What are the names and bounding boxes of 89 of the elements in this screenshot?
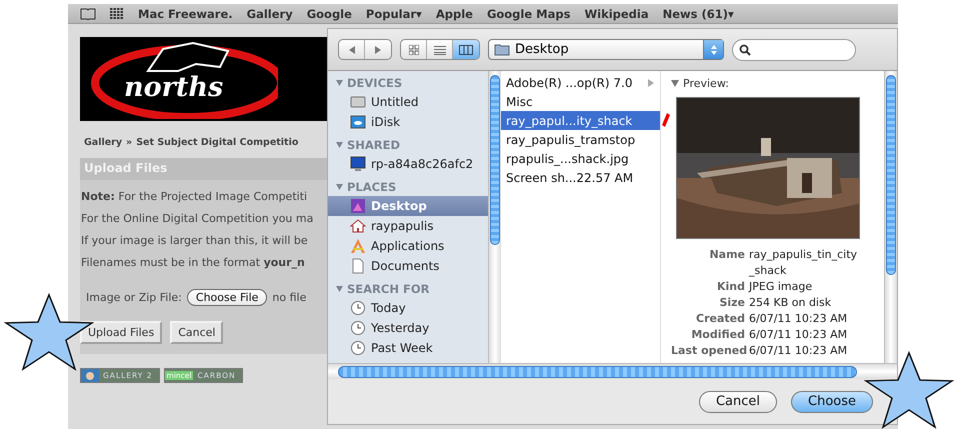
bookmark-link[interactable]: Google bbox=[306, 6, 352, 20]
sidebar-item[interactable]: iDisk bbox=[328, 112, 488, 132]
scrollbar[interactable] bbox=[884, 71, 897, 363]
location-popup[interactable]: Desktop bbox=[488, 39, 724, 60]
grid-icon bbox=[110, 8, 124, 20]
sidebar-item[interactable]: Yesterday bbox=[328, 318, 488, 338]
bookmark-link[interactable]: Wikipedia bbox=[584, 6, 649, 20]
file-item[interactable]: ray_papul...ity_shack bbox=[501, 111, 660, 130]
info-label: Created bbox=[695, 311, 745, 327]
sidebar-item[interactable]: Untitled bbox=[328, 92, 488, 112]
note-text: Filenames must be in the format your_n bbox=[80, 255, 306, 271]
info-value: 6/07/11 10:23 AM bbox=[749, 311, 848, 327]
forward-arrow-icon bbox=[374, 46, 382, 54]
search-field[interactable] bbox=[732, 38, 856, 60]
file-item[interactable]: rpapulis_...shack.jpg bbox=[501, 149, 660, 168]
preview-title: Preview: bbox=[683, 77, 729, 90]
sidebar-heading: PLACES bbox=[347, 180, 396, 194]
disclosure-arrow-icon bbox=[648, 78, 654, 86]
note-text: Note: For the Projected Image Competiti bbox=[80, 189, 308, 205]
cancel-button[interactable]: Cancel bbox=[170, 321, 224, 344]
file-status: no file bbox=[272, 291, 306, 304]
sidebar-item[interactable]: Applications bbox=[328, 236, 488, 256]
choose-button[interactable]: Choose bbox=[791, 390, 873, 412]
info-value: 6/07/11 10:23 AM bbox=[749, 343, 848, 359]
sidebar-heading: DEVICES bbox=[347, 76, 402, 90]
disclosure-triangle-icon[interactable] bbox=[336, 80, 343, 86]
upload-button[interactable]: Upload Files bbox=[80, 321, 162, 344]
file-item[interactable]: ray_papulis_tramstop bbox=[501, 130, 660, 149]
field-label: Image or Zip File: bbox=[86, 291, 182, 304]
sidebar-item[interactable]: Documents bbox=[328, 256, 488, 276]
file-item[interactable]: Screen sh...22.57 AM bbox=[501, 168, 660, 187]
desktop-icon bbox=[350, 198, 366, 214]
breadcrumb-item: Set Subject Digital Competitio bbox=[136, 137, 298, 148]
logo-text: norths bbox=[124, 73, 224, 103]
bookmark-link[interactable]: News (61)▾ bbox=[662, 6, 734, 20]
breadcrumb-link[interactable]: Gallery bbox=[84, 137, 122, 148]
disclosure-triangle-icon bbox=[671, 80, 679, 87]
bookmark-link[interactable]: Google Maps bbox=[486, 6, 570, 20]
note-text: For the Online Digital Competition you ma bbox=[80, 211, 314, 227]
face-thumbnail-icon bbox=[81, 369, 99, 382]
info-value: ray_papulis_tin_city _shack bbox=[749, 247, 858, 279]
hard-drive-icon bbox=[350, 94, 366, 110]
clock-icon bbox=[350, 320, 366, 336]
applications-icon bbox=[350, 238, 366, 254]
info-label: Modified bbox=[690, 327, 745, 343]
column-view-button[interactable] bbox=[453, 40, 479, 59]
info-value: 6/07/11 10:23 AM bbox=[749, 327, 848, 343]
disclosure-triangle-icon[interactable] bbox=[336, 184, 343, 190]
info-label: Size bbox=[718, 295, 745, 311]
scrollbar[interactable] bbox=[328, 363, 897, 379]
cancel-button[interactable]: Cancel bbox=[698, 390, 777, 412]
info-value: JPEG image bbox=[749, 279, 814, 295]
pen-mark-icon bbox=[662, 113, 670, 127]
folder-icon bbox=[494, 43, 510, 56]
disclosure-triangle-icon[interactable] bbox=[336, 286, 343, 292]
icon-grid-icon bbox=[408, 44, 418, 54]
sidebar-item[interactable]: raypapulis bbox=[328, 216, 488, 236]
sidebar-heading: SHARED bbox=[347, 138, 400, 152]
bookmark-link[interactable]: Popular▾ bbox=[366, 6, 422, 20]
disclosure-triangle-icon[interactable] bbox=[336, 142, 343, 148]
document-icon bbox=[350, 258, 366, 274]
bookmark-link[interactable]: Gallery bbox=[246, 6, 293, 20]
sidebar-heading: SEARCH FOR bbox=[347, 282, 430, 296]
breadcrumb-item: » bbox=[126, 137, 132, 148]
bookmark-link[interactable]: Mac Freeware. bbox=[138, 6, 233, 20]
clock-icon bbox=[350, 340, 366, 356]
info-label: Kind bbox=[716, 279, 745, 295]
note-text: If your image is larger than this, it will be bbox=[80, 233, 309, 249]
search-icon bbox=[739, 44, 751, 56]
house-icon bbox=[350, 218, 366, 234]
info-label: Name bbox=[708, 247, 745, 263]
back-arrow-icon bbox=[348, 46, 356, 54]
columns-icon bbox=[459, 44, 473, 54]
sidebar-item[interactable]: rp-a84a8c26afc2 bbox=[328, 154, 488, 174]
bookmark-link[interactable]: Apple bbox=[436, 6, 473, 20]
choose-file-button[interactable]: Choose File bbox=[186, 289, 268, 306]
star-icon bbox=[864, 351, 954, 429]
file-item[interactable]: Misc bbox=[501, 92, 660, 111]
list-icon bbox=[434, 44, 446, 54]
clock-icon bbox=[350, 300, 366, 316]
stepper-arrows-icon bbox=[710, 44, 718, 56]
sidebar-item[interactable]: Past Week bbox=[328, 338, 488, 358]
info-value: 254 KB on disk bbox=[749, 295, 832, 311]
monitor-icon bbox=[350, 156, 366, 172]
scrollbar[interactable] bbox=[488, 71, 501, 363]
book-icon bbox=[80, 8, 96, 20]
file-item[interactable]: Adobe(R) ...op(R) 7.0 bbox=[501, 73, 660, 92]
info-label: Last opened bbox=[671, 343, 745, 359]
sidebar-item[interactable]: Today bbox=[328, 298, 488, 318]
